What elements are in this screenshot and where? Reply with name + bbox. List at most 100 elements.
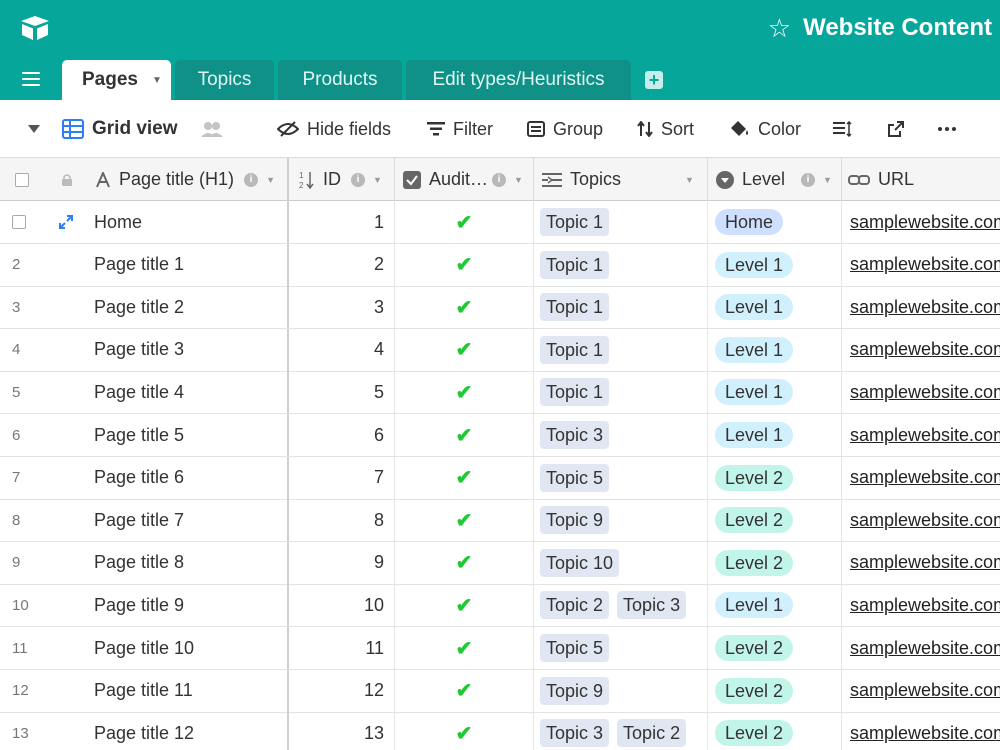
tab-products[interactable]: Products: [278, 60, 402, 100]
cell-url[interactable]: samplewebsite.com: [842, 457, 1000, 499]
table-row[interactable]: 9 Page title 8 9 ✔ Topic 10 Level 2 samplewebs…: [0, 541, 1000, 585]
cell-level[interactable]: Level 1: [708, 371, 842, 414]
hide-fields-button[interactable]: Hide fields: [277, 100, 391, 158]
table-row[interactable]: 10 Page title 9 10 ✔ Topic 2 Topic 3 Level 1 sa…: [0, 584, 1000, 628]
level-pill[interactable]: Level 2: [715, 464, 794, 491]
cell-url[interactable]: samplewebsite.com: [842, 329, 1000, 371]
table-row[interactable]: 4 Page title 3 4 ✔ Topic 1 Level 1 samplewebsi…: [0, 328, 1000, 372]
cell-page-title[interactable]: Page title 12: [86, 712, 289, 750]
cell-page-title[interactable]: Page title 11: [86, 669, 289, 712]
topic-chip[interactable]: Topic 9: [540, 676, 610, 705]
level-pill[interactable]: Level 1: [715, 251, 794, 278]
topic-chip[interactable]: Topic 5: [540, 463, 610, 492]
level-pill[interactable]: Level 1: [715, 294, 794, 321]
table-row[interactable]: 5 Page title 4 5 ✔ Topic 1 Level 1 samplewebsi…: [0, 371, 1000, 415]
cell-topics[interactable]: Topic 3 Topic 2: [534, 712, 708, 750]
table-row[interactable]: 11 Page title 10 11 ✔ Topic 5 Level 2 samplewe…: [0, 627, 1000, 670]
check-icon[interactable]: ✔: [456, 423, 473, 448]
cell-audited[interactable]: ✔: [395, 499, 534, 542]
cell-audited[interactable]: ✔: [395, 328, 534, 371]
sort-button[interactable]: Sort: [637, 100, 694, 158]
cell-level[interactable]: Level 1: [708, 286, 842, 329]
url-link[interactable]: samplewebsite.com: [850, 467, 1000, 488]
cell-page-title[interactable]: Page title 4: [86, 371, 289, 414]
cell-audited[interactable]: ✔: [395, 243, 534, 286]
table-row[interactable]: 13 Page title 12 13 ✔ Topic 3 Topic 2 Level 2s…: [0, 712, 1000, 750]
cell-page-title[interactable]: Page title 9: [86, 584, 289, 627]
app-logo-icon[interactable]: [18, 14, 52, 42]
topic-chip[interactable]: Topic 2: [540, 591, 610, 620]
check-icon[interactable]: ✔: [456, 465, 473, 490]
cell-url[interactable]: samplewebsite.com: [842, 712, 1000, 750]
star-icon[interactable]: ☆: [768, 15, 791, 41]
chevron-down-icon[interactable]: ▼: [152, 75, 162, 86]
column-header-level[interactable]: Level i ▼: [708, 158, 842, 201]
level-pill[interactable]: Level 2: [715, 549, 794, 576]
topic-chip[interactable]: Topic 1: [540, 208, 610, 236]
url-link[interactable]: samplewebsite.com: [850, 425, 1000, 446]
tab-edit-types[interactable]: Edit types/Heuristics: [406, 60, 631, 100]
cell-url[interactable]: samplewebsite.com: [842, 286, 1000, 328]
level-pill[interactable]: Level 2: [715, 635, 794, 661]
row-checkbox[interactable]: [12, 215, 26, 229]
check-icon[interactable]: ✔: [456, 550, 473, 575]
check-icon[interactable]: ✔: [456, 721, 473, 746]
cell-audited[interactable]: ✔: [395, 456, 534, 499]
cell-url[interactable]: samplewebsite.com: [842, 584, 1000, 626]
cell-id[interactable]: 5: [289, 371, 395, 414]
cell-id[interactable]: 13: [289, 712, 395, 750]
level-pill[interactable]: Level 1: [715, 422, 794, 448]
cell-id[interactable]: 12: [289, 669, 395, 712]
cell-id[interactable]: 3: [289, 286, 395, 329]
topic-chip[interactable]: Topic 3: [540, 421, 610, 449]
cell-id[interactable]: 2: [289, 243, 395, 286]
cell-page-title[interactable]: Page title 2: [86, 286, 289, 329]
cell-topics[interactable]: Topic 1: [534, 371, 708, 414]
cell-level[interactable]: Home: [708, 201, 842, 243]
topic-chip[interactable]: Topic 1: [540, 250, 610, 279]
check-icon[interactable]: ✔: [456, 380, 473, 405]
check-icon[interactable]: ✔: [456, 210, 473, 235]
cell-id[interactable]: 9: [289, 541, 395, 584]
cell-url[interactable]: samplewebsite.com: [842, 371, 1000, 413]
url-link[interactable]: samplewebsite.com: [850, 680, 1000, 701]
column-header-topics[interactable]: Topics ▼: [534, 158, 708, 201]
color-button[interactable]: Color: [730, 100, 801, 158]
cell-level[interactable]: Level 2: [708, 627, 842, 669]
check-icon[interactable]: ✔: [456, 636, 473, 661]
cell-url[interactable]: samplewebsite.com: [842, 499, 1000, 541]
info-icon[interactable]: i: [351, 172, 365, 187]
table-row[interactable]: 3 Page title 2 3 ✔ Topic 1 Level 1 samplewebsi…: [0, 286, 1000, 330]
url-link[interactable]: samplewebsite.com: [850, 297, 1000, 318]
cell-id[interactable]: 1: [289, 201, 395, 243]
cell-topics[interactable]: Topic 10: [534, 541, 708, 584]
topic-chip[interactable]: Topic 1: [540, 293, 610, 322]
cell-audited[interactable]: ✔: [395, 627, 534, 669]
select-all-checkbox[interactable]: [0, 158, 44, 201]
table-row[interactable]: 12 Page title 11 12 ✔ Topic 9 Level 2 samplewe…: [0, 669, 1000, 713]
table-row[interactable]: Home 1 ✔ Topic 1 Home samplewebsite.com: [0, 201, 1000, 244]
cell-id[interactable]: 10: [289, 584, 395, 627]
cell-url[interactable]: samplewebsite.com: [842, 244, 1000, 286]
cell-url[interactable]: samplewebsite.com: [842, 627, 1000, 669]
table-row[interactable]: 2 Page title 1 2 ✔ Topic 1 Level 1 samplewebsi…: [0, 243, 1000, 287]
cell-audited[interactable]: ✔: [395, 584, 534, 627]
chevron-down-icon[interactable]: ▼: [266, 175, 275, 185]
collaborators-icon[interactable]: [200, 100, 224, 158]
cell-id[interactable]: 4: [289, 328, 395, 371]
row-height-icon[interactable]: [833, 100, 853, 158]
topic-chip[interactable]: Topic 3: [540, 719, 610, 748]
chevron-down-icon[interactable]: ▼: [685, 175, 694, 185]
topic-chip[interactable]: Topic 10: [540, 548, 620, 577]
view-switcher[interactable]: Grid view: [62, 100, 178, 158]
level-pill[interactable]: Level 2: [715, 507, 794, 534]
level-pill[interactable]: Level 1: [715, 379, 794, 406]
level-pill[interactable]: Home: [715, 209, 784, 235]
url-link[interactable]: samplewebsite.com: [850, 552, 1000, 573]
chevron-down-icon[interactable]: ▼: [514, 175, 523, 185]
views-toggle[interactable]: [28, 100, 40, 158]
topic-chip[interactable]: Topic 1: [540, 335, 610, 364]
check-icon[interactable]: ✔: [456, 295, 473, 320]
cell-page-title[interactable]: Page title 10: [86, 627, 289, 669]
info-icon[interactable]: i: [492, 172, 507, 187]
